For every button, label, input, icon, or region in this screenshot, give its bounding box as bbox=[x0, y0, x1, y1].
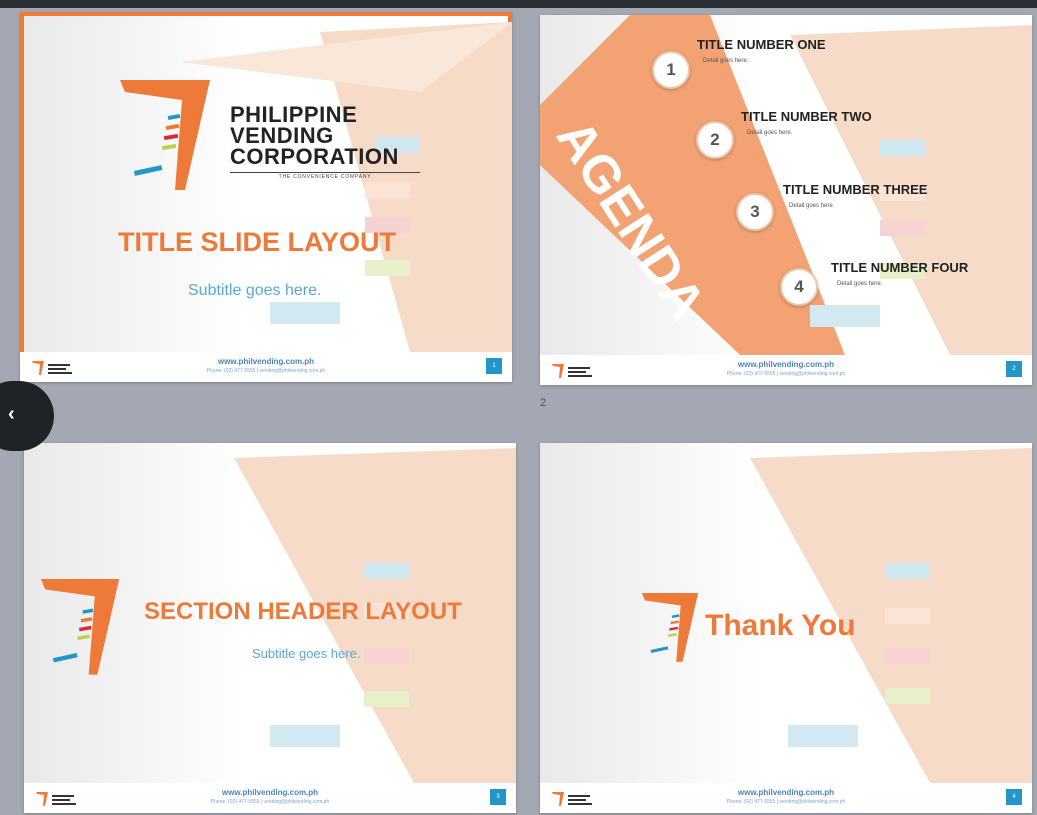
chevron-left-icon: ‹ bbox=[8, 403, 15, 425]
agenda-detail: Detail goes here. bbox=[837, 281, 883, 287]
company-logo bbox=[641, 593, 699, 662]
slide-grid-viewer: PHILIPPINE VENDING CORPORATION THE CONVE… bbox=[0, 0, 1037, 815]
agenda-number: 4 bbox=[780, 268, 818, 306]
agenda-title: TITLE NUMBER TWO bbox=[741, 109, 872, 124]
slide-page-number: 2 bbox=[1006, 361, 1022, 377]
slide-title: SECTION HEADER LAYOUT bbox=[144, 598, 462, 625]
previous-page-button[interactable]: ‹ bbox=[0, 381, 54, 451]
footer-contact: Phone: (02) 477-5555 | vending@philvendi… bbox=[726, 799, 846, 805]
agenda-detail: Detail goes here. bbox=[789, 203, 835, 209]
slide-page-number: 1 bbox=[486, 358, 502, 374]
company-logo bbox=[40, 579, 120, 675]
slide-subtitle: Subtitle goes here. bbox=[252, 646, 361, 661]
agenda-number: 2 bbox=[696, 121, 734, 159]
slide-thumbnail-3[interactable]: SECTION HEADER LAYOUT Subtitle goes here… bbox=[24, 443, 516, 813]
footer-contact: Phone: (02) 477-5555 | vending@philvendi… bbox=[206, 368, 326, 374]
footer-url: www.philvending.com.ph bbox=[217, 357, 315, 366]
company-tagline: THE CONVENIENCE COMPANY bbox=[230, 172, 420, 180]
company-name-line2: VENDING bbox=[230, 123, 334, 148]
slide-background: AGENDA bbox=[540, 15, 1032, 355]
slide-footer: www.philvending.com.ph Phone: (02) 477-5… bbox=[540, 355, 1032, 385]
company-name: PHILIPPINE VENDING CORPORATION bbox=[230, 102, 399, 169]
slide-page-number: 3 bbox=[490, 789, 506, 805]
agenda-title: TITLE NUMBER FOUR bbox=[831, 260, 969, 275]
slide-thumbnail-2[interactable]: AGENDA 1 TITLE NUMBER ONE Detail goes he… bbox=[540, 15, 1032, 385]
agenda-detail: Detail goes here. bbox=[703, 58, 749, 64]
slide-title: Thank You bbox=[705, 609, 856, 642]
footer-url: www.philvending.com.ph bbox=[737, 788, 835, 797]
slide-thumbnail-1[interactable]: PHILIPPINE VENDING CORPORATION THE CONVE… bbox=[20, 12, 512, 382]
slide-footer: www.philvending.com.ph Phone: (02) 477-5… bbox=[24, 783, 516, 813]
company-name-line1: PHILIPPINE bbox=[230, 102, 358, 127]
page-indicator: 2 bbox=[540, 397, 547, 409]
footer-url: www.philvending.com.ph bbox=[737, 360, 835, 369]
slide-thumbnail-4[interactable]: Thank You www.philvending.com.ph Phone: … bbox=[540, 443, 1032, 813]
agenda-title: TITLE NUMBER ONE bbox=[697, 37, 826, 52]
company-logo bbox=[120, 80, 210, 190]
slide-footer: www.philvending.com.ph Phone: (02) 477-5… bbox=[20, 352, 512, 382]
agenda-number: 1 bbox=[652, 51, 690, 89]
company-name-line3: CORPORATION bbox=[230, 144, 399, 169]
agenda-number: 3 bbox=[736, 193, 774, 231]
slide-subtitle: Subtitle goes here. bbox=[188, 282, 322, 299]
agenda-title: TITLE NUMBER THREE bbox=[783, 182, 928, 197]
slide-page-number: 4 bbox=[1006, 789, 1022, 805]
top-bar bbox=[0, 0, 1037, 8]
slide-title: TITLE SLIDE LAYOUT bbox=[118, 227, 397, 257]
agenda-detail: Detail goes here. bbox=[747, 130, 793, 136]
footer-contact: Phone: (02) 477-5555 | vending@philvendi… bbox=[726, 371, 846, 377]
slide-footer: www.philvending.com.ph Phone: (02) 477-5… bbox=[540, 783, 1032, 813]
footer-contact: Phone: (02) 477-5555 | vending@philvendi… bbox=[210, 799, 330, 805]
footer-url: www.philvending.com.ph bbox=[221, 788, 319, 797]
slide-background bbox=[180, 22, 512, 352]
